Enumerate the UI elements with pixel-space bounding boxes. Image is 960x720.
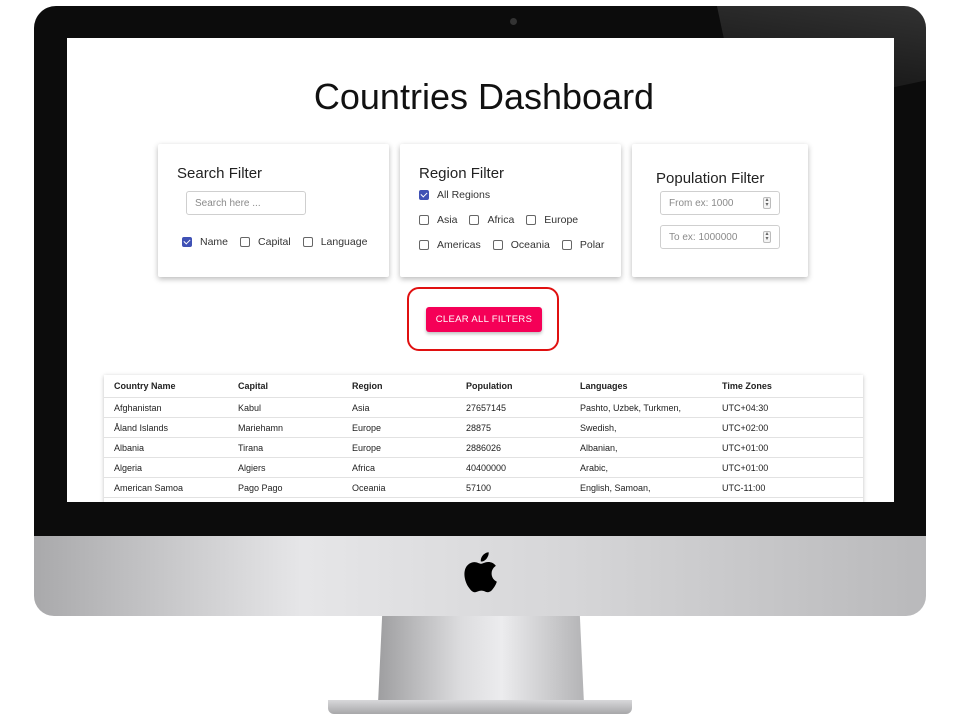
search-options: Name Capital Language xyxy=(182,236,379,248)
cell-region: Africa xyxy=(342,457,456,478)
table-row[interactable]: Afghanistan Kabul Asia 27657145 Pashto, … xyxy=(104,397,863,418)
region-option-all[interactable]: All Regions xyxy=(419,189,490,201)
cell-languages: Swedish, xyxy=(570,417,712,438)
cell-region: Europe xyxy=(342,437,456,458)
checkbox-all-regions[interactable] xyxy=(419,190,429,200)
cell-population: 28875 xyxy=(456,417,570,438)
region-row-2: Americas Oceania Polar xyxy=(419,239,616,251)
checkbox-europe[interactable] xyxy=(526,215,537,225)
cell-capital: Mariehamn xyxy=(228,417,342,438)
cell-languages: English, Samoan, xyxy=(570,477,712,498)
table-row[interactable]: Albania Tirana Europe 2886026 Albanian, … xyxy=(104,437,863,458)
checkbox-label-polar: Polar xyxy=(579,239,605,251)
cell-population: 27657145 xyxy=(456,397,570,418)
column-header-country-name[interactable]: Country Name xyxy=(104,375,228,398)
region-filter-title: Region Filter xyxy=(419,165,505,182)
checkbox-label-africa: Africa xyxy=(487,214,515,226)
cell-country-name: Algeria xyxy=(104,457,228,478)
population-from-stepper-icon[interactable]: ▴ ▾ xyxy=(763,197,771,209)
column-header-population[interactable]: Population xyxy=(456,375,570,398)
cell-country-name: Afghanistan xyxy=(104,397,228,418)
cell-region: Europe xyxy=(342,417,456,438)
cell-country-name: Åland Islands xyxy=(104,417,228,438)
countries-table-grid: Country Name Capital Region Population L… xyxy=(104,375,863,498)
region-option-africa[interactable]: Africa xyxy=(469,214,514,226)
cell-capital: Kabul xyxy=(228,397,342,418)
cell-languages: Arabic, xyxy=(570,457,712,478)
checkbox-label-asia: Asia xyxy=(437,214,458,226)
checkbox-label-name: Name xyxy=(200,236,229,248)
apple-logo-icon xyxy=(464,552,497,593)
checkbox-name[interactable] xyxy=(182,237,192,247)
cell-capital: Pago Pago xyxy=(228,477,342,498)
region-option-polar[interactable]: Polar xyxy=(561,239,605,251)
region-option-oceania[interactable]: Oceania xyxy=(492,239,550,251)
checkbox-americas[interactable] xyxy=(419,240,429,250)
search-option-language[interactable]: Language xyxy=(302,236,368,248)
clear-all-filters-button[interactable]: CLEAR ALL FILTERS xyxy=(426,307,542,332)
search-option-name[interactable]: Name xyxy=(182,236,228,248)
cell-time-zones: UTC+01:00 xyxy=(712,437,863,458)
region-option-asia[interactable]: Asia xyxy=(419,214,457,226)
cell-time-zones: UTC-11:00 xyxy=(712,477,863,498)
checkbox-label-all-regions: All Regions xyxy=(437,189,491,201)
population-filter-card: Population Filter ▴▾ ▴▾ xyxy=(632,144,808,277)
checkbox-label-americas: Americas xyxy=(437,239,481,251)
checkbox-label-language: Language xyxy=(320,236,368,248)
region-row-1: Asia Africa Europe xyxy=(419,214,590,226)
cell-languages: Albanian, xyxy=(570,437,712,458)
cell-languages: Pashto, Uzbek, Turkmen, xyxy=(570,397,712,418)
search-filter-card: Search Filter Name Capital Language xyxy=(158,144,389,277)
cell-time-zones: UTC+01:00 xyxy=(712,457,863,478)
checkbox-label-oceania: Oceania xyxy=(510,239,550,251)
region-all-row: All Regions xyxy=(419,189,502,201)
column-header-languages[interactable]: Languages xyxy=(570,375,712,398)
cell-capital: Tirana xyxy=(228,437,342,458)
checkbox-oceania[interactable] xyxy=(492,240,503,250)
cell-population: 57100 xyxy=(456,477,570,498)
cell-time-zones: UTC+02:00 xyxy=(712,417,863,438)
column-header-capital[interactable]: Capital xyxy=(228,375,342,398)
cell-time-zones: UTC+04:30 xyxy=(712,397,863,418)
column-header-region[interactable]: Region xyxy=(342,375,456,398)
camera-icon xyxy=(510,18,517,25)
cell-country-name: Albania xyxy=(104,437,228,458)
region-option-americas[interactable]: Americas xyxy=(419,239,481,251)
table-row[interactable]: American Samoa Pago Pago Oceania 57100 E… xyxy=(104,477,863,498)
checkbox-label-europe: Europe xyxy=(544,214,579,226)
cell-population: 40400000 xyxy=(456,457,570,478)
population-filter-title: Population Filter xyxy=(656,170,765,187)
checkbox-africa[interactable] xyxy=(469,215,480,225)
cell-population: 2886026 xyxy=(456,437,570,458)
table-row[interactable]: Åland Islands Mariehamn Europe 28875 Swe… xyxy=(104,417,863,438)
checkbox-asia[interactable] xyxy=(419,215,429,225)
checkbox-label-capital: Capital xyxy=(258,236,291,248)
region-filter-card: Region Filter All Regions Asia Africa Eu… xyxy=(400,144,621,277)
cell-country-name: American Samoa xyxy=(104,477,228,498)
cell-region: Oceania xyxy=(342,477,456,498)
checkbox-language[interactable] xyxy=(302,237,313,247)
checkbox-capital[interactable] xyxy=(240,237,251,247)
cell-capital: Algiers xyxy=(228,457,342,478)
monitor-stand xyxy=(378,616,584,704)
cell-region: Asia xyxy=(342,397,456,418)
search-option-capital[interactable]: Capital xyxy=(240,236,291,248)
column-header-time-zones[interactable]: Time Zones xyxy=(712,375,863,398)
population-from-input[interactable] xyxy=(660,191,780,215)
search-filter-title: Search Filter xyxy=(177,165,263,182)
population-to-input[interactable] xyxy=(660,225,780,249)
search-input[interactable] xyxy=(186,191,306,215)
screen: Countries Dashboard Search Filter Name C… xyxy=(67,38,894,502)
page-title: Countries Dashboard xyxy=(313,76,655,117)
monitor-stand-base xyxy=(328,700,632,714)
countries-table: Country Name Capital Region Population L… xyxy=(104,375,863,502)
table-row[interactable]: Algeria Algiers Africa 40400000 Arabic, … xyxy=(104,457,863,478)
checkbox-polar[interactable] xyxy=(561,240,572,250)
table-header-row: Country Name Capital Region Population L… xyxy=(104,375,863,398)
region-option-europe[interactable]: Europe xyxy=(526,214,578,226)
population-to-stepper-icon[interactable]: ▴ ▾ xyxy=(763,231,771,243)
